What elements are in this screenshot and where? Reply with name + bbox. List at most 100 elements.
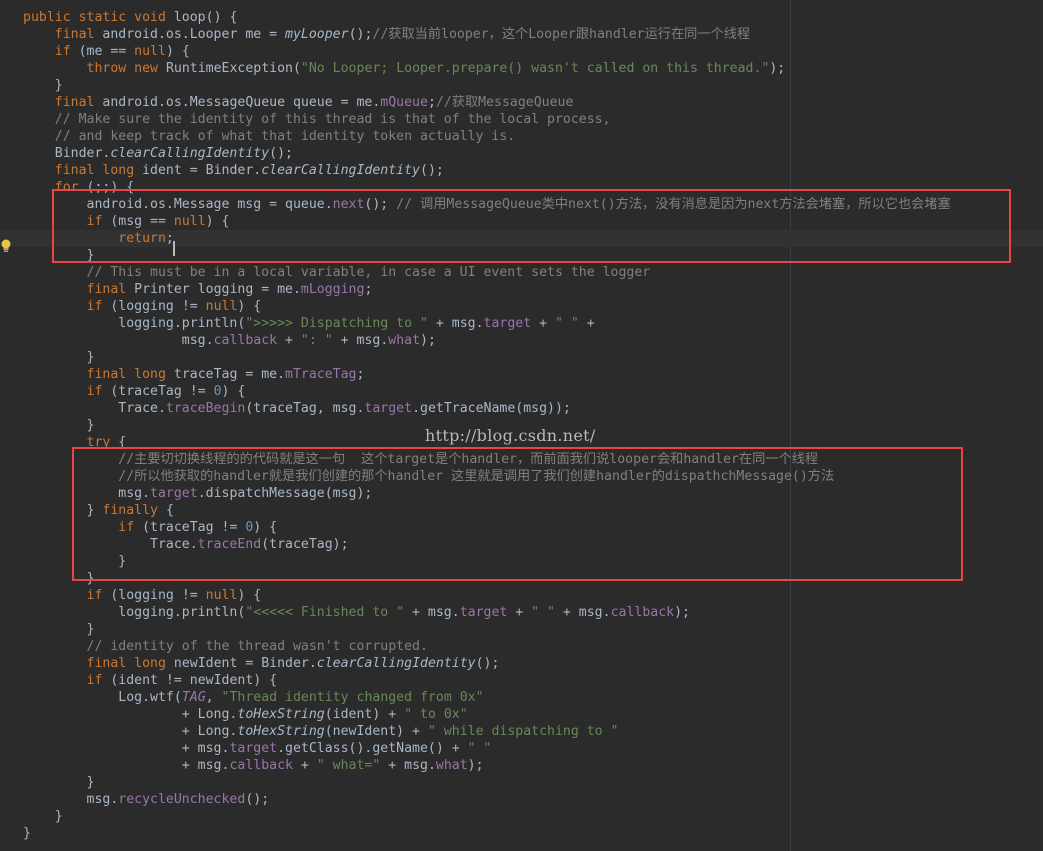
code-line[interactable]: throw new RuntimeException("No Looper; L…	[0, 60, 786, 77]
code-token: .getTraceName(msg));	[412, 401, 571, 416]
code-token: Log.	[23, 690, 151, 705]
code-token: what	[388, 333, 421, 348]
code-token: ();	[364, 197, 397, 212]
code-token: callback	[610, 605, 675, 620]
code-line[interactable]: // This must be in a local variable, in …	[0, 264, 651, 281]
code-line[interactable]: if (msg == null) {	[0, 213, 230, 230]
text-cursor	[173, 241, 175, 256]
code-line[interactable]: msg.target.dispatchMessage(msg);	[0, 485, 372, 502]
code-line[interactable]: + msg.callback + " what=" + msg.what);	[0, 757, 484, 774]
code-line[interactable]: + msg.target.getClass().getName() + " "	[0, 740, 492, 757]
code-token: + msg.	[427, 316, 484, 331]
code-line[interactable]: + Long.toHexString(ident) + " to 0x"	[0, 706, 468, 723]
code-line[interactable]: android.os.Message msg = queue.next(); /…	[0, 196, 951, 213]
code-line[interactable]: Trace.traceEnd(traceTag);	[0, 536, 349, 553]
code-token: + Long.	[23, 707, 238, 722]
code-line[interactable]: public static void loop() {	[0, 9, 237, 26]
code-line[interactable]: logging.println("<<<<< Finished to " + m…	[0, 604, 690, 621]
code-token: mLogging	[300, 282, 365, 297]
code-token: null	[205, 588, 238, 603]
code-token: ident = Binder.	[142, 163, 262, 178]
code-token: newIdent = Binder.	[173, 656, 317, 671]
code-line[interactable]: } finally {	[0, 502, 174, 519]
code-line[interactable]: Trace.traceBegin(traceTag, msg.target.ge…	[0, 400, 571, 417]
code-line[interactable]: + Long.toHexString(newIdent) + " while d…	[0, 723, 619, 740]
code-token: }	[23, 809, 63, 824]
code-token: clearCallingIdentity	[316, 656, 476, 671]
code-line[interactable]: //主要切切换线程的的代码就是这一句 这个target是个handler，而前面…	[0, 451, 818, 468]
code-token: " while dispatching to "	[427, 724, 619, 739]
code-line[interactable]: final Printer logging = me.mLogging;	[0, 281, 373, 298]
code-token: traceEnd	[197, 537, 262, 552]
code-line[interactable]: }	[0, 77, 63, 94]
lightbulb-icon[interactable]	[0, 239, 12, 253]
code-token: ();	[420, 163, 444, 178]
code-line[interactable]: Log.wtf(TAG, "Thread identity changed fr…	[0, 689, 483, 706]
code-line[interactable]: }	[0, 621, 95, 638]
code-line[interactable]: final long newIdent = Binder.clearCallin…	[0, 655, 500, 672]
code-token: ) {	[237, 588, 262, 603]
code-token: if	[86, 214, 111, 229]
code-token: ) {	[253, 520, 278, 535]
code-token: msg.	[23, 333, 214, 348]
code-line[interactable]: if (logging != null) {	[0, 298, 262, 315]
code-line[interactable]: //所以他获取的handler就是我们创建的那个handler 这里就是调用了我…	[0, 468, 834, 485]
code-line[interactable]: if (traceTag != 0) {	[0, 519, 277, 536]
code-token: // and keep track of what that identity …	[23, 129, 516, 144]
code-line[interactable]: if (logging != null) {	[0, 587, 262, 604]
code-token: logging.println(	[23, 605, 246, 620]
code-line[interactable]: // and keep track of what that identity …	[0, 128, 516, 145]
code-token: callback	[213, 333, 278, 348]
code-token: + msg.	[332, 333, 389, 348]
code-line[interactable]: }	[0, 553, 126, 570]
code-line[interactable]: }	[0, 570, 95, 587]
code-token: final	[86, 282, 135, 297]
code-line[interactable]: msg.recycleUnchecked();	[0, 791, 270, 808]
code-token: wtf(	[150, 690, 182, 705]
code-line[interactable]: for (;;) {	[0, 179, 134, 196]
code-token: () {	[205, 10, 238, 25]
code-line[interactable]: final long ident = Binder.clearCallingId…	[0, 162, 444, 179]
code-token: );	[769, 61, 786, 76]
code-line[interactable]: logging.println(">>>>> Dispatching to " …	[0, 315, 594, 332]
code-editor[interactable]: public static void loop() { final androi…	[0, 0, 1043, 851]
code-line[interactable]: }	[0, 825, 31, 842]
code-line[interactable]: }	[0, 808, 63, 825]
code-line[interactable]: // identity of the thread wasn't corrupt…	[0, 638, 428, 655]
code-token: .dispatchMessage(msg);	[197, 486, 373, 501]
code-token: //获取当前looper，这个Looper跟handler运行在同一个线程	[372, 27, 751, 42]
code-line[interactable]: }	[0, 417, 95, 434]
code-token: (newIdent) +	[324, 724, 428, 739]
code-line[interactable]: final android.os.MessageQueue queue = me…	[0, 94, 574, 111]
code-line[interactable]: }	[0, 247, 95, 264]
code-line[interactable]: }	[0, 349, 95, 366]
code-line[interactable]: try {	[0, 434, 127, 451]
code-token: android.os.MessageQueue queue = me.	[102, 95, 381, 110]
code-token: next	[332, 197, 365, 212]
code-line[interactable]: if (me == null) {	[0, 43, 190, 60]
code-line[interactable]: final long traceTag = me.mTraceTag;	[0, 366, 365, 383]
code-token: + msg.	[23, 758, 230, 773]
code-line[interactable]: msg.callback + ": " + msg.what);	[0, 332, 436, 349]
code-token: ();	[245, 792, 270, 807]
code-token: if	[118, 520, 143, 535]
code-token: TAG	[181, 690, 206, 705]
code-line[interactable]: }	[0, 774, 95, 791]
code-line[interactable]: return;	[0, 230, 1043, 247]
code-line[interactable]: if (ident != newIdent) {	[0, 672, 278, 689]
code-token: + msg.	[404, 605, 460, 620]
code-token: recycleUnchecked	[118, 792, 246, 807]
code-token: //获取MessageQueue	[435, 95, 574, 110]
code-line[interactable]: Binder.clearCallingIdentity();	[0, 145, 293, 162]
code-token: clearCallingIdentity	[110, 146, 270, 161]
code-line[interactable]: // Make sure the identity of this thread…	[0, 111, 611, 128]
code-token: //所以他获取的handler就是我们创建的那个handler 这里就是调用了我…	[23, 469, 835, 484]
code-line[interactable]: final android.os.Looper me = myLooper();…	[0, 26, 750, 43]
code-token: target	[364, 401, 413, 416]
code-line[interactable]: if (traceTag != 0) {	[0, 383, 246, 400]
code-token: " "	[467, 741, 492, 756]
